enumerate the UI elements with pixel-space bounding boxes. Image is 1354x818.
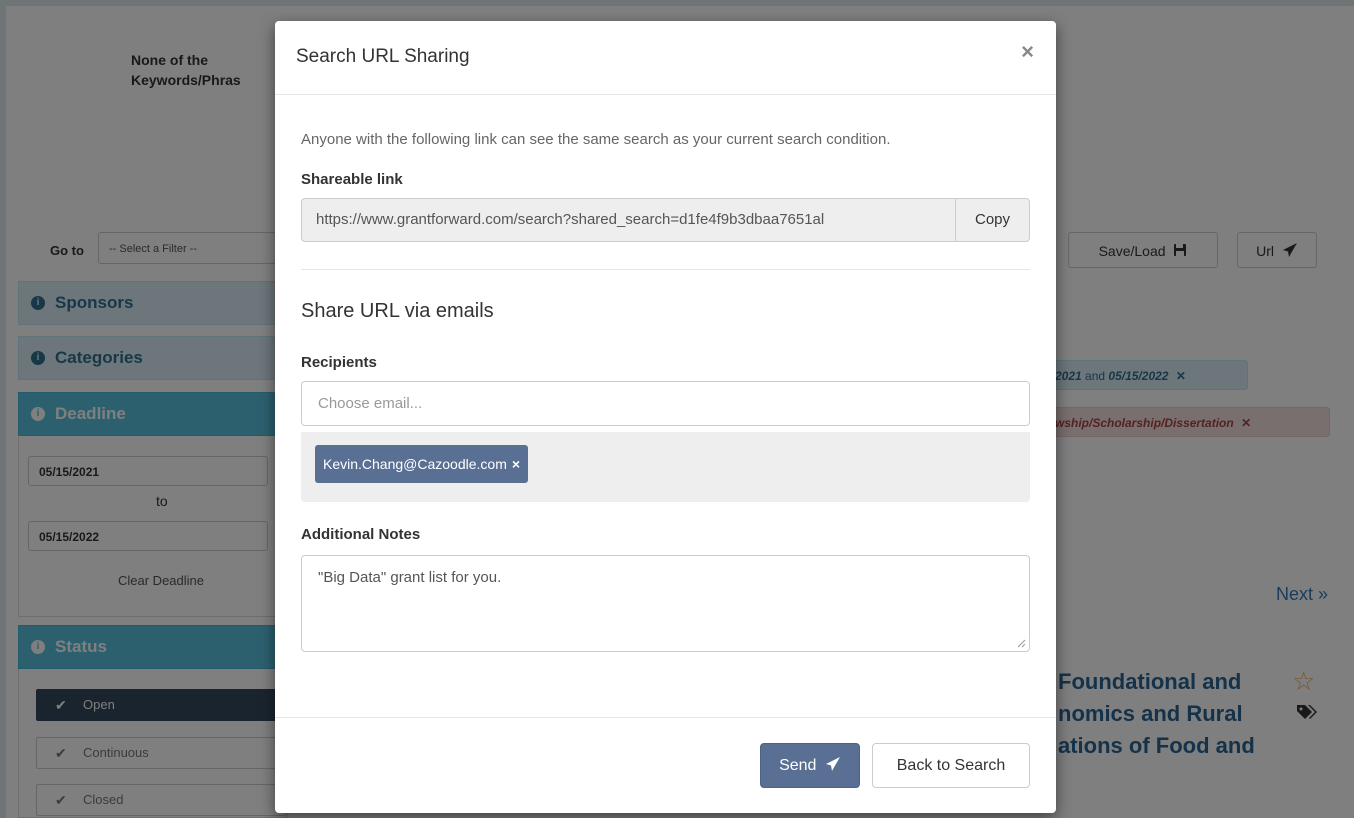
recipient-email-input[interactable]: Choose email... bbox=[301, 381, 1030, 426]
modal-title: Search URL Sharing bbox=[296, 46, 470, 67]
back-to-search-button[interactable]: Back to Search bbox=[872, 743, 1030, 788]
share-description: Anyone with the following link can see t… bbox=[301, 131, 891, 148]
remove-recipient-icon[interactable]: × bbox=[512, 456, 520, 472]
send-button[interactable]: Send bbox=[760, 743, 860, 788]
close-icon[interactable]: × bbox=[1021, 39, 1034, 65]
copy-button[interactable]: Copy bbox=[955, 198, 1030, 242]
additional-notes-label: Additional Notes bbox=[301, 526, 421, 543]
share-via-email-heading: Share URL via emails bbox=[301, 300, 494, 322]
recipients-list: Kevin.Chang@Cazoodle.com × bbox=[301, 432, 1030, 502]
divider bbox=[301, 269, 1030, 270]
resize-handle-icon[interactable] bbox=[1016, 638, 1026, 648]
shareable-link-group: https://www.grantforward.com/search?shar… bbox=[301, 198, 1030, 242]
modal-header: Search URL Sharing × bbox=[275, 21, 1056, 95]
additional-notes-textarea[interactable]: "Big Data" grant list for you. bbox=[301, 555, 1030, 652]
modal-footer: Send Back to Search bbox=[275, 717, 1056, 813]
paper-plane-icon bbox=[825, 757, 840, 771]
shareable-link-input[interactable]: https://www.grantforward.com/search?shar… bbox=[301, 198, 956, 242]
recipient-chip: Kevin.Chang@Cazoodle.com × bbox=[315, 445, 529, 483]
shareable-link-label: Shareable link bbox=[301, 171, 403, 188]
search-url-sharing-modal: Search URL Sharing × Anyone with the fol… bbox=[275, 21, 1056, 813]
recipients-label: Recipients bbox=[301, 354, 377, 371]
